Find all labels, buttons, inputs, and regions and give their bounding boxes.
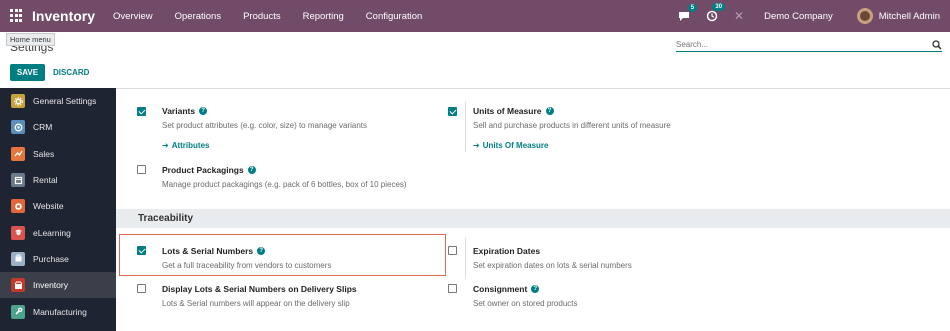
menu-products[interactable]: Products (243, 11, 281, 22)
chat-bubble-icon (679, 11, 690, 21)
sales-chart-icon (11, 146, 25, 161)
consignment-checkbox[interactable] (448, 284, 457, 293)
sidebar-item-label: Inventory (33, 280, 68, 291)
setting-title: Lots & Serial Numbers (162, 246, 254, 256)
app-title[interactable]: Inventory (32, 8, 95, 24)
sidebar-item-label: General Settings (33, 96, 97, 107)
setting-product-packagings: Product Packagings? Manage product packa… (162, 165, 407, 189)
setting-title: Variants (162, 106, 196, 116)
sidebar-item-label: Purchase (33, 253, 69, 264)
activities-badge: 30 (712, 3, 726, 11)
section-header-traceability: Traceability (116, 209, 950, 228)
setting-description: Lots & Serial numbers will appear on the… (162, 299, 350, 308)
crm-icon (11, 120, 25, 135)
setting-description: Set expiration dates on lots & serial nu… (473, 261, 632, 270)
arrow-right-icon: ➔ (162, 141, 169, 150)
variants-checkbox[interactable] (137, 107, 146, 116)
attributes-link[interactable]: ➔ Attributes (162, 141, 367, 150)
setting-variants: Variants? Set product attributes (e.g. c… (162, 106, 367, 150)
divider (116, 88, 950, 89)
home-menu-tooltip: Home menu (6, 33, 55, 46)
setting-description: Get a full traceability from vendors to … (162, 261, 332, 270)
search-bar[interactable] (676, 38, 942, 52)
user-menu[interactable]: Mitchell Admin (879, 11, 940, 22)
sidebar-item-website[interactable]: Website (0, 193, 116, 219)
packagings-checkbox[interactable] (137, 165, 146, 174)
expiration-dates-checkbox[interactable] (448, 246, 457, 255)
activities-button[interactable]: 30 (706, 3, 726, 22)
setting-description: Sell and purchase products in different … (473, 121, 671, 130)
messages-badge: 5 (687, 3, 698, 12)
lots-serial-checkbox[interactable] (137, 246, 146, 255)
arrow-right-icon: ➔ (473, 141, 480, 150)
setting-title: Display Lots & Serial Numbers on Deliver… (162, 284, 357, 294)
sidebar-item-manufacturing[interactable]: Manufacturing (0, 298, 116, 324)
sidebar-item-label: Sales (33, 148, 55, 159)
wrench-icon (11, 304, 25, 319)
inventory-box-icon (11, 278, 25, 293)
setting-units-of-measure: Units of Measure? Sell and purchase prod… (473, 106, 671, 150)
sidebar-item-label: Manufacturing (33, 306, 87, 317)
menu-reporting[interactable]: Reporting (303, 11, 344, 22)
save-button[interactable]: SAVE (10, 64, 45, 81)
sidebar-item-inventory[interactable]: Inventory (0, 272, 116, 299)
help-icon[interactable]: ? (199, 107, 208, 115)
sidebar-item-elearning[interactable]: eLearning (0, 219, 116, 245)
sidebar-item-label: Rental (33, 175, 58, 186)
search-icon[interactable] (932, 39, 942, 50)
rental-icon (11, 173, 25, 188)
divider (465, 102, 466, 152)
uom-checkbox[interactable] (448, 107, 457, 116)
setting-description: Set product attributes (e.g. color, size… (162, 121, 367, 130)
setting-title: Consignment (473, 284, 528, 294)
gear-icon (11, 94, 25, 109)
menu-configuration[interactable]: Configuration (366, 11, 423, 22)
setting-title: Product Packagings (162, 165, 244, 175)
settings-content: Variants? Set product attributes (e.g. c… (116, 88, 950, 331)
display-lots-checkbox[interactable] (137, 284, 146, 293)
clock-icon (706, 10, 718, 22)
menu-operations[interactable]: Operations (175, 11, 221, 22)
setting-description: Manage product packagings (e.g. pack of … (162, 180, 407, 189)
globe-icon (11, 199, 25, 214)
setting-display-lots-delivery-slips: Display Lots & Serial Numbers on Deliver… (162, 284, 357, 308)
setting-description: Set owner on stored products (473, 299, 578, 308)
avatar[interactable] (856, 8, 873, 24)
sidebar-item-label: eLearning (33, 227, 71, 238)
menu-overview[interactable]: Overview (113, 11, 153, 22)
help-icon[interactable]: ? (257, 247, 266, 255)
setting-expiration-dates: Expiration Dates Set expiration dates on… (473, 246, 632, 270)
help-icon[interactable]: ? (545, 107, 554, 115)
tools-icon[interactable]: ✕ (734, 9, 744, 23)
sidebar-item-purchase[interactable]: Purchase (0, 246, 116, 272)
help-icon[interactable]: ? (247, 166, 256, 174)
sidebar-item-label: Website (33, 201, 64, 212)
sidebar-item-sales[interactable]: Sales (0, 141, 116, 167)
settings-sidebar: General Settings CRM Sales Rental Websit… (0, 88, 116, 331)
setting-lots-serial-numbers: Lots & Serial Numbers? Get a full tracea… (162, 246, 331, 270)
setting-title: Units of Measure (473, 106, 542, 116)
help-icon[interactable]: ? (531, 285, 540, 293)
units-of-measure-link[interactable]: ➔ Units Of Measure (473, 141, 671, 150)
elearning-icon (11, 225, 25, 240)
sidebar-item-rental[interactable]: Rental (0, 167, 116, 193)
company-switcher[interactable]: Demo Company (764, 11, 833, 22)
sidebar-item-general-settings[interactable]: General Settings (0, 88, 116, 114)
apps-grid-icon[interactable] (10, 9, 24, 23)
search-input[interactable] (676, 40, 916, 49)
discard-button[interactable]: DISCARD (53, 68, 89, 77)
purchase-icon (11, 251, 25, 266)
setting-consignment: Consignment? Set owner on stored product… (473, 284, 578, 308)
messages-button[interactable]: 5 (678, 3, 698, 22)
divider (465, 238, 466, 278)
sidebar-item-label: CRM (33, 122, 53, 133)
setting-title: Expiration Dates (473, 246, 541, 256)
top-navbar: Inventory Overview Operations Products R… (0, 0, 950, 32)
sidebar-item-crm[interactable]: CRM (0, 114, 116, 140)
